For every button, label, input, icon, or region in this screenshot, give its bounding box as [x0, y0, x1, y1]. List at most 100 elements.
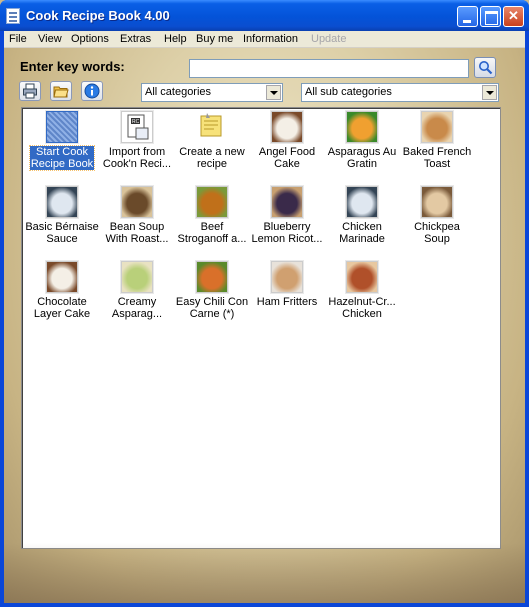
- cookbook-icon: [46, 111, 78, 143]
- recipe-item-label-line1: Beef: [200, 221, 224, 233]
- minimize-button[interactable]: [457, 6, 478, 27]
- recipe-item-label: Angel Food Cake: [249, 146, 325, 170]
- menu-buy-me[interactable]: Buy me: [196, 33, 233, 45]
- recipe-item-label-line1: Creamy: [117, 296, 157, 308]
- recipe-item-label-line2: Stroganoff a...: [177, 233, 247, 245]
- recipe-list[interactable]: Start Cook Recipe Book RC Import from Cook'n…: [21, 107, 501, 549]
- fritters-thumbnail-icon: [271, 261, 303, 293]
- maximize-button[interactable]: [480, 6, 501, 27]
- menu-update: Update: [311, 33, 347, 45]
- chicken-thumbnail-icon: [346, 261, 378, 293]
- cake-thumbnail-icon: [271, 111, 303, 143]
- recipe-item-label-line2: Asparag...: [111, 308, 163, 320]
- placeholder-thumbnail-icon: [346, 186, 378, 218]
- app-window: Cook Recipe Book 4.00 ✕ File View Option…: [0, 0, 529, 607]
- chevron-down-icon[interactable]: [266, 85, 281, 100]
- recipe-item-label-line1: Basic Bérnaise: [25, 221, 99, 233]
- menu-file[interactable]: File: [9, 33, 27, 45]
- recipe-item-label-line2: Cook'n Reci...: [102, 158, 172, 170]
- recipe-item-label: Ham Fritters: [249, 296, 325, 308]
- menu-help[interactable]: Help: [164, 33, 187, 45]
- folder-open-icon: [53, 86, 69, 98]
- recipe-item-label: Start Cook Recipe Book: [28, 145, 96, 171]
- recipe-item-label: Easy Chili Con Carne (*): [174, 296, 250, 320]
- recipe-item-label: Creamy Asparag...: [99, 296, 175, 320]
- keywords-label: Enter key words:: [20, 59, 125, 74]
- svg-text:RC: RC: [132, 119, 140, 125]
- recipe-item[interactable]: RC Import from Cook'n Reci...: [99, 111, 175, 170]
- recipe-item[interactable]: Chickpea Soup: [399, 186, 475, 245]
- recipe-item-label: Bean Soup With Roast...: [99, 221, 175, 245]
- recipe-item[interactable]: Chicken Marinade: [324, 186, 400, 245]
- chevron-down-icon[interactable]: [482, 85, 497, 100]
- recipe-item[interactable]: Start Cook Recipe Book: [24, 111, 100, 171]
- recipe-item[interactable]: Creamy Asparag...: [99, 261, 175, 320]
- recipe-item-label: Basic Bérnaise Sauce: [24, 221, 100, 245]
- toast-thumbnail-icon: [421, 111, 453, 143]
- chickpea-thumbnail-icon: [421, 186, 453, 218]
- recipe-item-label: Chocolate Layer Cake: [24, 296, 100, 320]
- dish-thumbnail-icon: [346, 111, 378, 143]
- recipe-item-label-line1: Import from: [108, 146, 166, 158]
- recipe-item-label-line1: Bean Soup: [109, 221, 165, 233]
- recipe-item[interactable]: Chocolate Layer Cake: [24, 261, 100, 320]
- print-button[interactable]: [19, 81, 41, 101]
- window-title: Cook Recipe Book 4.00: [26, 8, 170, 23]
- import-icon: RC: [121, 111, 153, 143]
- printer-icon: [23, 83, 37, 99]
- recipe-item-label-line2: Layer Cake: [33, 308, 91, 320]
- recipe-item-label-line2: Sauce: [46, 233, 78, 245]
- recipe-item-label-line2: Marinade: [339, 233, 385, 245]
- menu-view[interactable]: View: [38, 33, 62, 45]
- blueberry-thumbnail-icon: [271, 186, 303, 218]
- recipe-item[interactable]: Basic Bérnaise Sauce: [24, 186, 100, 245]
- recipe-item-label-line1: Angel Food: [258, 146, 316, 158]
- recipe-item-label: Hazelnut-Cr... Chicken: [324, 296, 400, 320]
- recipe-item-label-line1: Easy Chili Con: [175, 296, 249, 308]
- recipe-item-label-line2: Recipe Book: [30, 158, 94, 170]
- category-select-value: All categories: [145, 86, 212, 98]
- menu-options[interactable]: Options: [71, 33, 109, 45]
- recipe-item-label-line1: Chicken: [342, 221, 382, 233]
- placeholder-thumbnail-icon: [46, 186, 78, 218]
- recipe-item-label-line1: Ham Fritters: [256, 296, 318, 308]
- asparagus-thumbnail-icon: [121, 261, 153, 293]
- recipe-item-label-line1: Start Cook: [36, 146, 88, 158]
- menu-bar: File View Options Extras Help Buy me Inf…: [4, 31, 525, 48]
- recipe-item-label-line2: Lemon Ricot...: [251, 233, 323, 245]
- recipe-item-label-line1: Blueberry: [263, 221, 311, 233]
- recipe-item-label-line1: Chickpea: [414, 221, 460, 233]
- recipe-item-label-line2: Soup: [424, 233, 450, 245]
- recipe-item[interactable]: Asparagus Au Gratin: [324, 111, 400, 170]
- search-button[interactable]: [474, 57, 496, 78]
- cake-thumbnail-icon: [46, 261, 78, 293]
- open-button[interactable]: [50, 81, 72, 101]
- new-recipe-icon: [196, 111, 228, 143]
- recipe-item[interactable]: Easy Chili Con Carne (*): [174, 261, 250, 320]
- menu-information[interactable]: Information: [243, 33, 298, 45]
- recipe-item-label: Beef Stroganoff a...: [174, 221, 250, 245]
- info-button[interactable]: [81, 81, 103, 101]
- recipe-item[interactable]: Blueberry Lemon Ricot...: [249, 186, 325, 245]
- recipe-item[interactable]: Ham Fritters: [249, 261, 325, 308]
- recipe-item[interactable]: Create a new recipe: [174, 111, 250, 170]
- recipe-item[interactable]: Angel Food Cake: [249, 111, 325, 170]
- recipe-item[interactable]: Bean Soup With Roast...: [99, 186, 175, 245]
- keywords-input[interactable]: [189, 59, 469, 78]
- soup-thumbnail-icon: [121, 186, 153, 218]
- recipe-item-label: Asparagus Au Gratin: [324, 146, 400, 170]
- subcategory-select[interactable]: All sub categories: [301, 83, 499, 102]
- recipe-item-label-line2: Carne (*): [189, 308, 235, 320]
- app-icon[interactable]: [6, 8, 20, 24]
- close-button[interactable]: ✕: [503, 6, 524, 27]
- beef-thumbnail-icon: [196, 186, 228, 218]
- recipe-item[interactable]: Beef Stroganoff a...: [174, 186, 250, 245]
- menu-extras[interactable]: Extras: [120, 33, 151, 45]
- recipe-item[interactable]: Hazelnut-Cr... Chicken: [324, 261, 400, 320]
- category-select[interactable]: All categories: [141, 83, 283, 102]
- recipe-item-label-line2: Gratin: [347, 158, 377, 170]
- recipe-item-label-line2: recipe: [197, 158, 227, 170]
- recipe-item[interactable]: Baked French Toast: [399, 111, 475, 170]
- recipe-item-label-line2: Chicken: [342, 308, 382, 320]
- title-bar[interactable]: Cook Recipe Book 4.00 ✕: [0, 0, 529, 31]
